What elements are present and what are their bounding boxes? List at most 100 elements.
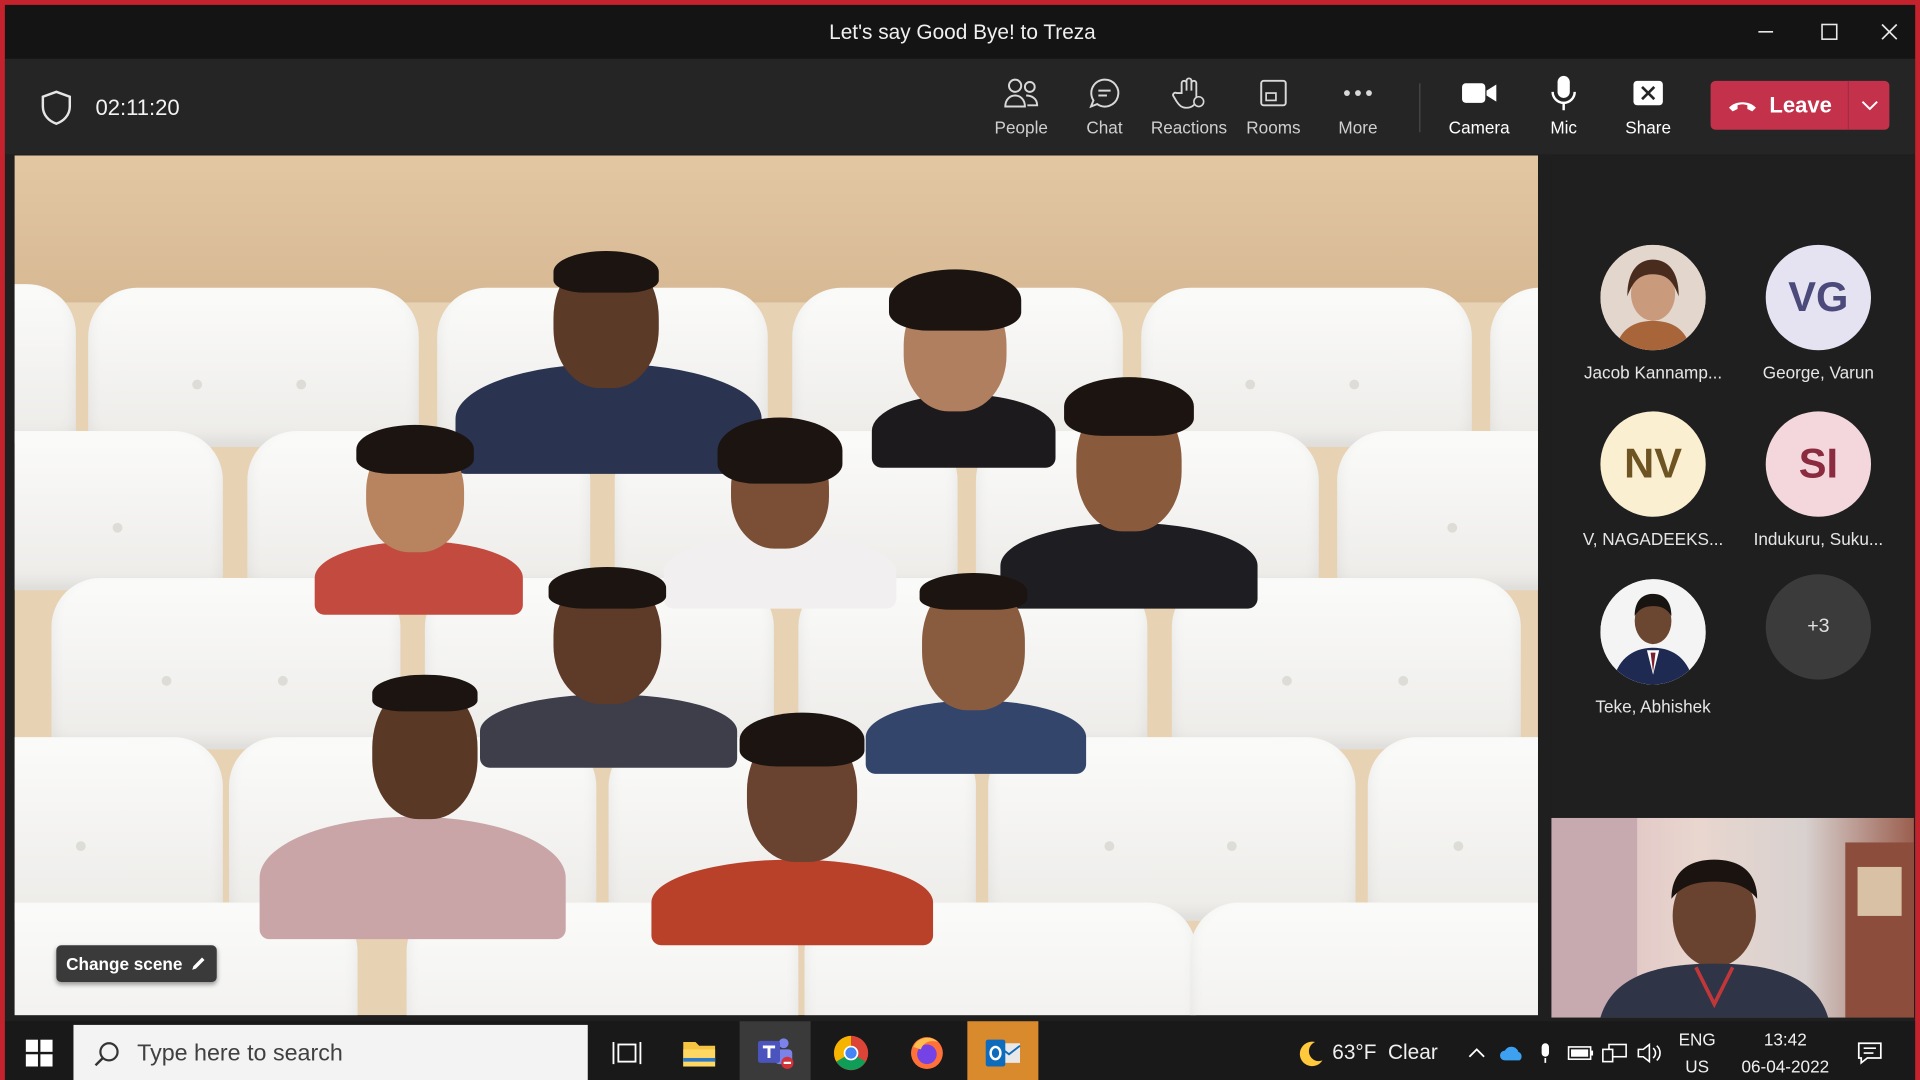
participant-name: Teke, Abhishek [1595,696,1711,717]
participant-tile[interactable]: Teke, Abhishek [1570,579,1737,716]
system-clock[interactable]: 13:42 06-04-2022 [1731,1026,1839,1080]
chrome-taskbar-button[interactable] [816,1021,887,1080]
self-video-preview[interactable] [1551,817,1914,1018]
outlook-icon [985,1039,1021,1067]
raise-hand-icon [1172,77,1205,109]
firefox-icon [911,1037,943,1069]
chevron-up-icon [1468,1048,1485,1058]
together-participant [259,670,566,940]
battery-tray-icon[interactable] [1565,1021,1597,1080]
seat [88,287,419,447]
rooms-button[interactable]: Rooms [1234,73,1312,144]
search-placeholder: Type here to search [137,1040,343,1066]
pencil-icon [192,957,205,970]
taskbar-search[interactable]: Type here to search [73,1024,588,1080]
file-explorer-button[interactable] [664,1021,735,1080]
overflow-count: +3 [1765,574,1872,680]
avatar: VG [1765,244,1872,351]
volume-tray-icon[interactable] [1633,1021,1665,1080]
share-button[interactable]: Share [1609,73,1687,144]
region-code: US [1685,1056,1710,1077]
rooms-icon [1260,79,1287,107]
mic-button[interactable]: Mic [1524,73,1602,144]
change-scene-button[interactable]: Change scene [56,945,217,983]
leave-button-group: Leave [1710,80,1890,130]
avatar: SI [1765,411,1872,517]
more-button[interactable]: More [1319,73,1397,144]
task-view-icon [612,1042,642,1065]
weather-widget-icon[interactable] [1293,1021,1327,1080]
participant-tile[interactable]: SI Indukuru, Suku... [1735,411,1902,549]
participant-name: George, Varun [1762,362,1874,383]
shield-icon[interactable] [39,89,73,126]
search-icon [94,1041,119,1066]
minimize-button[interactable] [1741,12,1790,51]
overflow-participants-tile[interactable]: +3 [1735,574,1902,680]
profile-photo [1600,579,1706,685]
battery-icon [1567,1046,1594,1060]
together-participant [651,712,934,946]
share-label: Share [1625,117,1672,138]
seat [1490,287,1538,447]
participant-name: V, NAGADEEKS... [1582,528,1724,549]
maximize-button[interactable] [1805,12,1854,51]
speaker-icon [1637,1042,1661,1064]
teams-taskbar-button[interactable] [739,1021,811,1080]
close-window-button[interactable] [1865,12,1914,51]
leave-label: Leave [1769,92,1832,117]
seat [1367,737,1538,921]
onedrive-tray-icon[interactable] [1496,1021,1528,1080]
reactions-button[interactable]: Reactions [1150,73,1228,144]
together-participant [1000,370,1258,609]
windows-taskbar: Type here to search 63°F Clear ENG US 13… [4,1021,1916,1080]
mic-label: Mic [1550,117,1578,138]
clock-time: 13:42 [1763,1029,1807,1050]
profile-photo [1600,244,1706,351]
hang-up-icon [1728,102,1756,112]
input-language[interactable]: ENG US [1673,1026,1722,1080]
mic-tray-icon[interactable] [1531,1021,1560,1080]
participant-tile[interactable]: Jacob Kannamp... [1570,244,1737,383]
show-hidden-icons-button[interactable] [1462,1021,1491,1080]
title-bar: Let's say Good Bye! to Treza [4,4,1916,59]
firefox-taskbar-button[interactable] [891,1021,962,1080]
participant-name: Indukuru, Suku... [1753,528,1884,549]
camera-button[interactable]: Camera [1440,73,1518,144]
leave-options-dropdown[interactable] [1849,100,1889,111]
meeting-timer: 02:11:20 [95,95,180,121]
chat-button[interactable]: Chat [1065,73,1143,144]
rooms-label: Rooms [1246,117,1301,138]
microphone-icon [1541,1043,1549,1063]
camera-label: Camera [1448,117,1510,138]
network-icon [1602,1043,1627,1063]
microphone-icon [1551,75,1576,111]
start-button[interactable] [20,1021,59,1080]
chevron-down-icon [1861,100,1878,111]
seat [14,431,223,591]
clock-date: 06-04-2022 [1741,1056,1830,1077]
participant-gallery: Jacob Kannamp... VG George, Varun NV V, … [1550,155,1916,817]
people-icon [1004,78,1039,108]
windows-logo-icon [25,1039,53,1067]
participant-tile[interactable]: NV V, NAGADEEKS... [1570,411,1737,549]
leave-button[interactable]: Leave [1711,81,1848,130]
notification-center-button[interactable] [1851,1021,1888,1080]
task-view-button[interactable] [600,1021,654,1080]
seat [14,284,76,444]
moon-icon [1299,1041,1323,1067]
change-scene-label: Change scene [66,953,183,974]
share-screen-icon [1633,80,1663,106]
network-tray-icon[interactable] [1599,1021,1631,1080]
participant-name: Jacob Kannamp... [1583,362,1723,383]
chrome-icon [833,1035,869,1071]
participant-tile[interactable]: VG George, Varun [1735,244,1902,383]
together-mode-stage: Change scene [14,155,1538,1016]
self-video-frame [1551,817,1914,1018]
toolbar-divider [1419,83,1421,133]
people-button[interactable]: People [982,73,1060,144]
chat-label: Chat [1086,117,1123,138]
weather-text[interactable]: 63°F Clear [1332,1040,1438,1067]
maximize-icon [1821,23,1838,40]
outlook-taskbar-button[interactable] [967,1021,1039,1080]
avatar [1600,244,1706,351]
